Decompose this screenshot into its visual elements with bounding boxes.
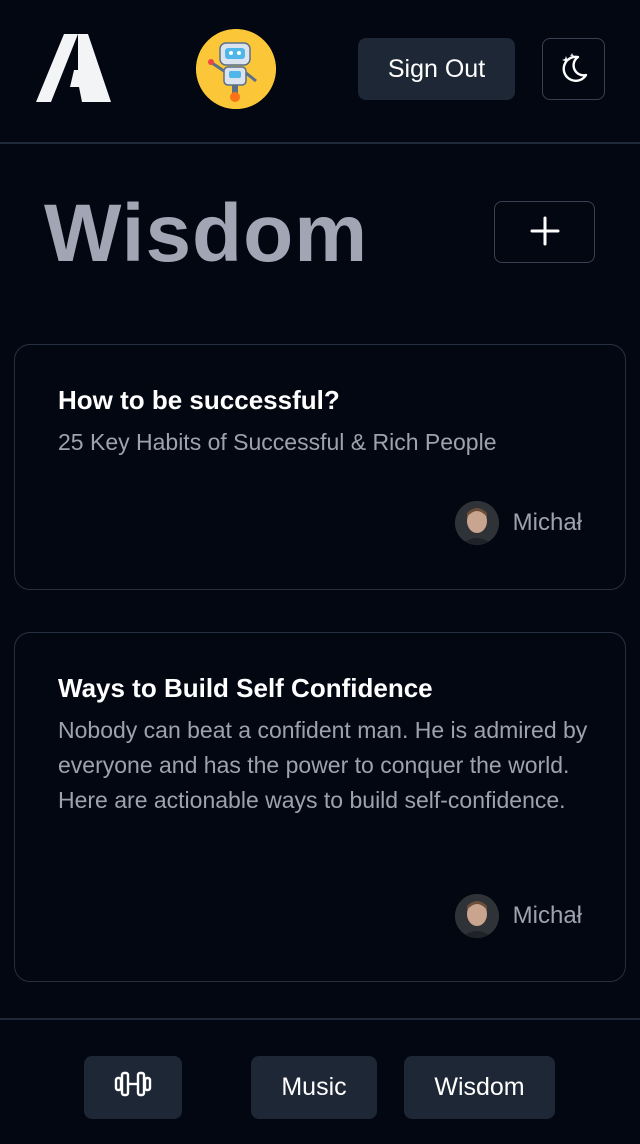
author-avatar <box>454 894 499 938</box>
card-title: How to be successful? <box>58 385 340 415</box>
wisdom-card[interactable]: Ways to Build Self Confidence Nobody can… <box>14 632 626 982</box>
author-name: Michał <box>512 902 582 929</box>
robot-avatar-icon[interactable] <box>196 29 276 109</box>
plus-icon <box>529 215 561 250</box>
wisdom-nav-button[interactable]: Wisdom <box>404 1056 555 1119</box>
card-author: Michał <box>454 894 582 938</box>
moon-stars-icon <box>557 51 591 88</box>
top-header: Sign Out <box>0 0 640 144</box>
card-description: 25 Key Habits of Successful & Rich Peopl… <box>58 429 497 455</box>
wisdom-card[interactable]: How to be successful? 25 Key Habits of S… <box>14 344 626 590</box>
author-name: Michał <box>512 509 582 536</box>
add-wisdom-button[interactable] <box>494 201 595 263</box>
card-title: Ways to Build Self Confidence <box>58 673 433 703</box>
theme-toggle-button[interactable] <box>542 38 605 100</box>
fitness-nav-button[interactable] <box>84 1056 182 1119</box>
sign-out-button[interactable]: Sign Out <box>358 38 515 100</box>
author-avatar <box>454 501 499 545</box>
card-author: Michał <box>454 501 582 545</box>
bottom-nav: Music Wisdom <box>0 1018 640 1144</box>
page-title: Wisdom <box>44 188 369 279</box>
music-nav-button[interactable]: Music <box>251 1056 377 1119</box>
card-description: Nobody can beat a confident man. He is a… <box>58 717 588 813</box>
dumbbell-icon <box>113 1070 153 1105</box>
app-logo-icon[interactable] <box>34 32 112 104</box>
